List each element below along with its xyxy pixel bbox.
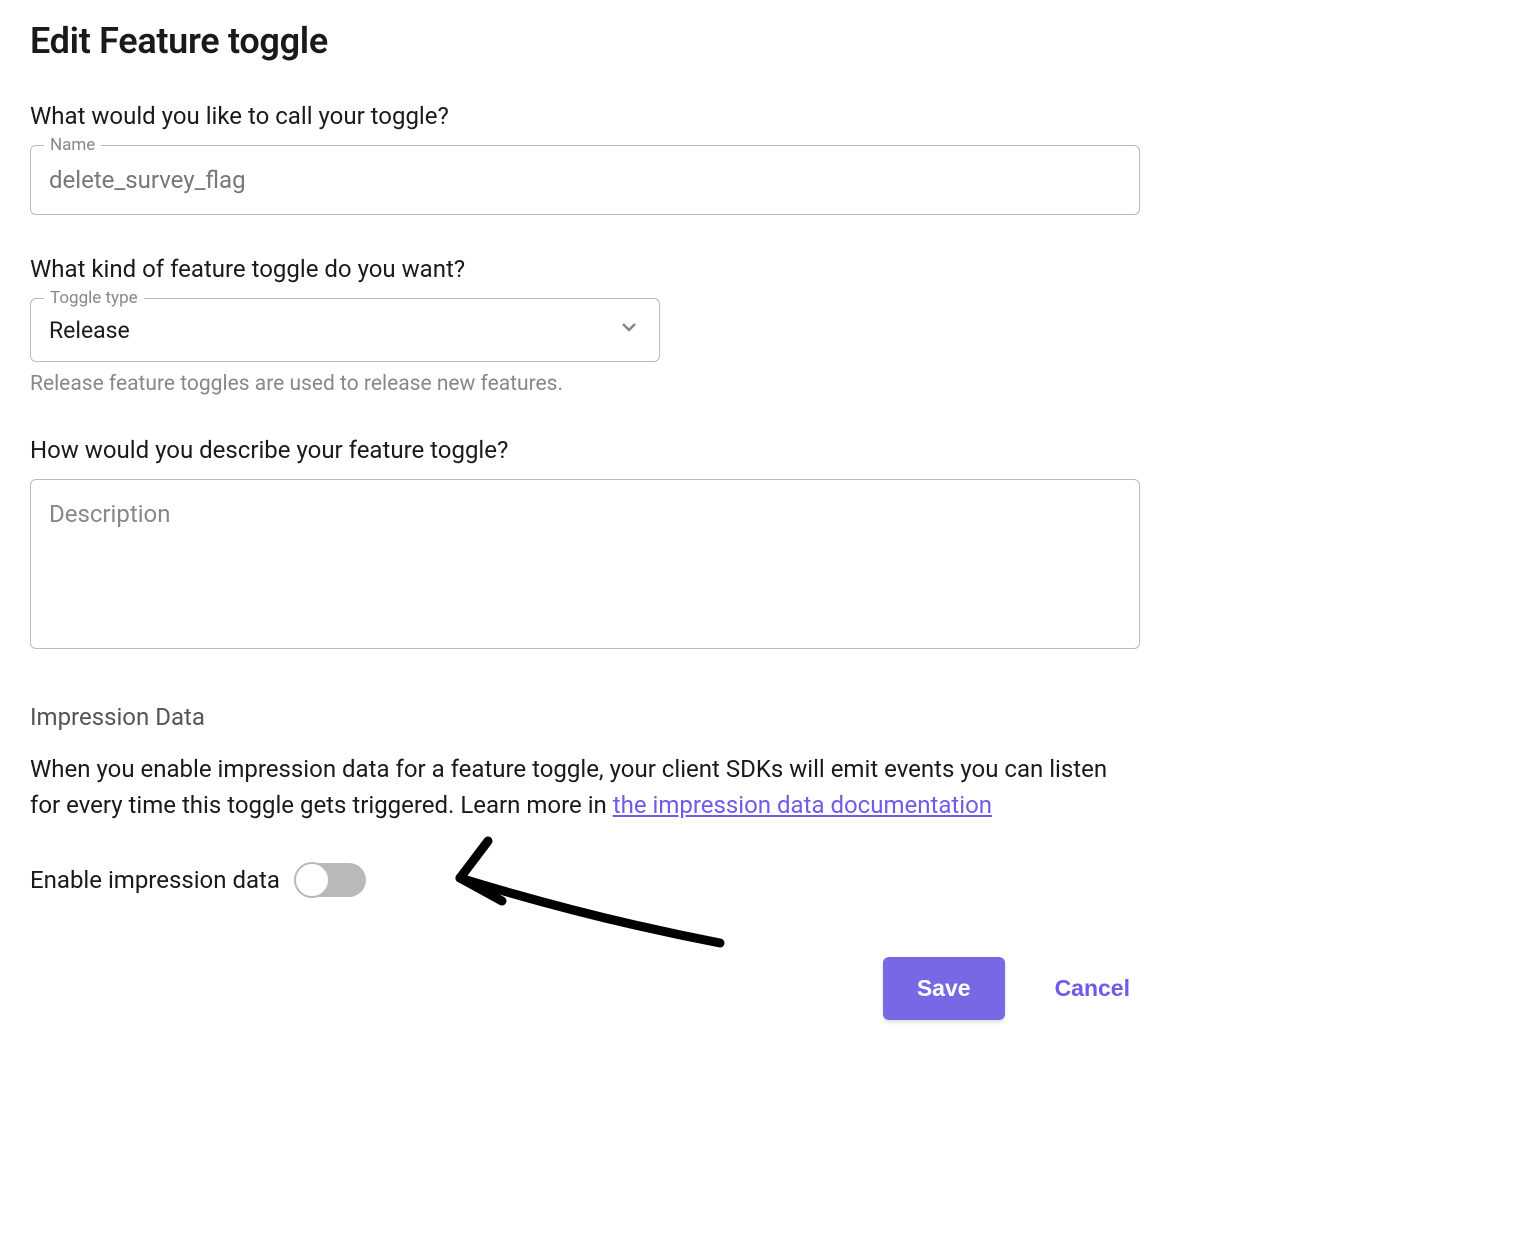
action-buttons: Save Cancel	[30, 957, 1140, 1020]
type-field-wrap: Toggle type Release	[30, 298, 660, 362]
impression-toggle-label: Enable impression data	[30, 866, 280, 894]
impression-toggle-row: Enable impression data	[30, 863, 1140, 897]
name-field-wrap: Name	[30, 145, 1140, 215]
impression-heading: Impression Data	[30, 703, 1140, 731]
description-prompt: How would you describe your feature togg…	[30, 436, 1492, 464]
chevron-down-icon	[617, 315, 641, 345]
type-prompt: What kind of feature toggle do you want?	[30, 255, 1492, 283]
switch-thumb	[294, 862, 330, 898]
name-field-label: Name	[44, 135, 101, 155]
impression-toggle-switch[interactable]	[298, 863, 366, 897]
name-prompt: What would you like to call your toggle?	[30, 102, 1492, 130]
name-input[interactable]	[30, 145, 1140, 215]
impression-description: When you enable impression data for a fe…	[30, 751, 1140, 823]
page-title: Edit Feature toggle	[30, 20, 1492, 62]
impression-section: Impression Data When you enable impressi…	[30, 703, 1140, 897]
type-field-label: Toggle type	[44, 288, 144, 308]
save-button[interactable]: Save	[883, 957, 1005, 1020]
toggle-type-value: Release	[49, 317, 130, 344]
type-helper-text: Release feature toggles are used to rele…	[30, 372, 1492, 396]
description-field-wrap	[30, 479, 1140, 653]
cancel-button[interactable]: Cancel	[1055, 975, 1130, 1002]
impression-docs-link[interactable]: the impression data documentation	[613, 791, 992, 819]
description-textarea[interactable]	[30, 479, 1140, 649]
